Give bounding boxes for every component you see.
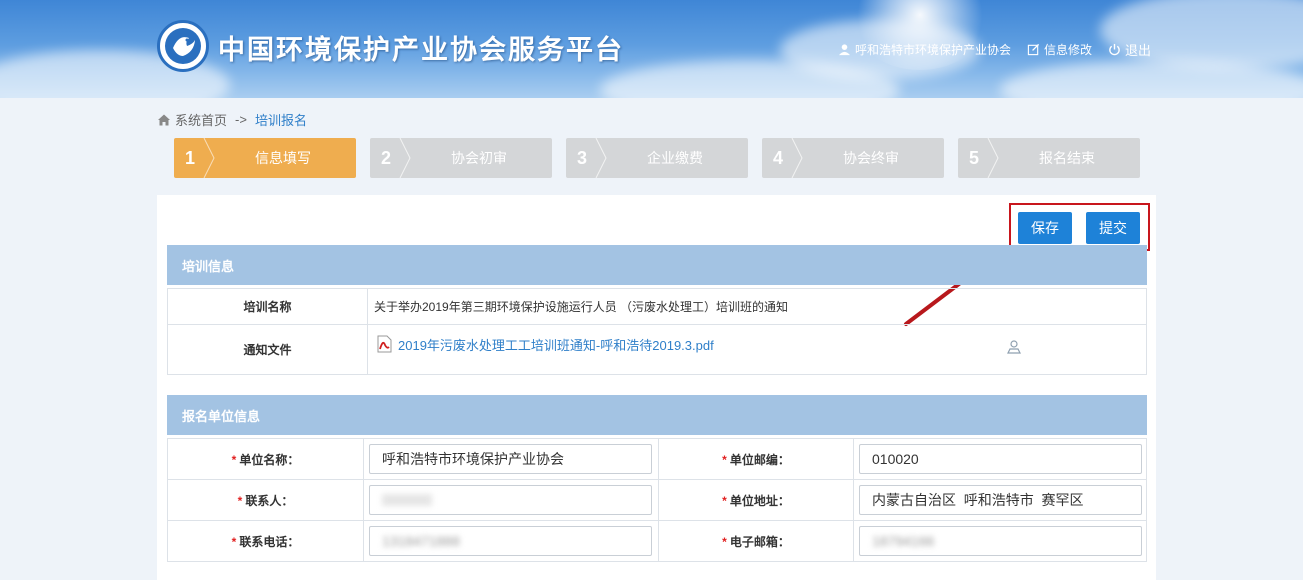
unit-name-label-cell: * 单位名称： (167, 438, 364, 480)
progress-steps: 1 信息填写 2 协会初审 3 企业缴费 4 协会终审 5 报名结束 (174, 138, 1140, 178)
training-name-label: 培训名称 (167, 288, 368, 325)
required-mark: * (231, 534, 237, 549)
table-row: * 单位名称： 呼和浩特市环境保护产业协会 * 单位邮编： 010020 (167, 438, 1147, 480)
phone-input[interactable]: 1318471888 (369, 526, 652, 556)
phone-label: 联系电话： (239, 534, 300, 549)
header-banner: 中国环境保护产业协会服务平台 呼和浩特市环境保护产业协会 信息修改 退出 (0, 0, 1303, 98)
email-cell: 18794166 (853, 520, 1147, 562)
address-cell: 内蒙古自治区 呼和浩特市 赛罕区 (853, 479, 1147, 521)
step-label: 企业缴费 (647, 150, 703, 166)
site-logo[interactable] (157, 20, 209, 72)
step-4: 4 协会终审 (762, 138, 944, 178)
step-label: 协会初审 (451, 150, 507, 166)
step-5: 5 报名结束 (958, 138, 1140, 178)
email-value: 18794166 (872, 533, 935, 549)
postcode-label-cell: * 单位邮编： (658, 438, 854, 480)
required-mark: * (231, 452, 237, 467)
step-label: 协会终审 (843, 150, 899, 166)
step-1: 1 信息填写 (174, 138, 356, 178)
notice-file-cell: 2019年污废水处理工工培训班通知-呼和浩待2019.3.pdf (367, 324, 1147, 375)
notice-file-label: 通知文件 (167, 324, 368, 375)
address-label-cell: * 单位地址： (658, 479, 854, 521)
logout-link[interactable]: 退出 (1108, 40, 1151, 59)
contact-cell (363, 479, 659, 521)
phone-label-cell: * 联系电话： (167, 520, 364, 562)
step-2: 2 协会初审 (370, 138, 552, 178)
table-row: * 联系电话： 1318471888 * 电子邮箱： 18794166 (167, 520, 1147, 562)
highlight-box (1009, 203, 1150, 251)
postcode-cell: 010020 (853, 438, 1147, 480)
table-row: 通知文件 2019年污废水处理工工培训班通知-呼和浩待2019.3.pdf (167, 324, 1147, 375)
breadcrumb-current[interactable]: 培训报名 (255, 110, 307, 129)
contact-label-cell: * 联系人： (167, 479, 364, 521)
pdf-icon (377, 335, 392, 353)
download-icon[interactable] (1006, 339, 1022, 355)
postcode-input[interactable]: 010020 (859, 444, 1142, 474)
breadcrumb-separator: -> (235, 112, 247, 127)
contact-label: 联系人： (245, 493, 294, 508)
edit-info-label: 信息修改 (1043, 43, 1092, 57)
required-mark: * (722, 452, 727, 467)
pdf-file-link[interactable]: 2019年污废水处理工工培训班通知-呼和浩待2019.3.pdf (376, 335, 714, 354)
chevron-separator-icon (595, 138, 607, 178)
unit-name-label: 单位名称： (239, 452, 300, 467)
address-input[interactable]: 内蒙古自治区 呼和浩特市 赛罕区 (859, 485, 1142, 515)
email-label-cell: * 电子邮箱： (658, 520, 854, 562)
step-3: 3 企业缴费 (566, 138, 748, 178)
unit-section-title: 报名单位信息 (167, 395, 1147, 435)
bird-logo-icon (165, 28, 201, 64)
training-name-value: 关于举办2019年第三期环境保护设施运行人员 （污废水处理工）培训班的通知 (367, 288, 1147, 325)
unit-name-cell: 呼和浩特市环境保护产业协会 (363, 438, 659, 480)
cloud-decoration (1000, 60, 1303, 98)
logout-label: 退出 (1124, 43, 1151, 58)
required-mark: * (722, 493, 727, 508)
table-row: * 联系人： * 单位地址： 内蒙古自治区 呼和浩特市 赛罕区 (167, 479, 1147, 521)
phone-value: 1318471888 (382, 533, 460, 549)
power-icon (1109, 43, 1120, 56)
chevron-separator-icon (203, 138, 215, 178)
edit-icon (1027, 43, 1040, 56)
table-row: 培训名称 关于举办2019年第三期环境保护设施运行人员 （污废水处理工）培训班的… (167, 288, 1147, 325)
site-title: 中国环境保护产业协会服务平台 (218, 35, 624, 66)
training-section-title: 培训信息 (167, 245, 1147, 285)
phone-cell: 1318471888 (363, 520, 659, 562)
email-input[interactable]: 18794166 (859, 526, 1142, 556)
user-name: 呼和浩特市环境保护产业协会 (854, 43, 1011, 57)
step-label: 信息填写 (255, 150, 311, 166)
address-label: 单位地址： (729, 493, 790, 508)
unit-info-table: * 单位名称： 呼和浩特市环境保护产业协会 * 单位邮编： 010020 * 联系人：… (167, 438, 1147, 562)
home-icon (158, 114, 170, 125)
user-icon (838, 44, 851, 56)
step-label: 报名结束 (1039, 150, 1095, 166)
top-nav: 呼和浩特市环境保护产业协会 信息修改 退出 (838, 40, 1151, 59)
chevron-separator-icon (987, 138, 999, 178)
required-mark: * (722, 534, 727, 549)
pdf-file-name: 2019年污废水处理工工培训班通知-呼和浩待2019.3.pdf (398, 337, 714, 353)
chevron-separator-icon (791, 138, 803, 178)
contact-input[interactable] (369, 485, 652, 515)
postcode-label: 单位邮编： (729, 452, 790, 467)
breadcrumb-home[interactable]: 系统首页 (175, 110, 227, 129)
chevron-separator-icon (399, 138, 411, 178)
contact-value (382, 494, 432, 506)
user-link[interactable]: 呼和浩特市环境保护产业协会 (838, 41, 1011, 58)
breadcrumb: 系统首页 -> 培训报名 (157, 110, 307, 129)
email-label: 电子邮箱： (729, 534, 790, 549)
unit-name-input[interactable]: 呼和浩特市环境保护产业协会 (369, 444, 652, 474)
edit-info-link[interactable]: 信息修改 (1027, 41, 1092, 58)
required-mark: * (237, 493, 243, 508)
training-info-table: 培训名称 关于举办2019年第三期环境保护设施运行人员 （污废水处理工）培训班的… (167, 288, 1147, 375)
